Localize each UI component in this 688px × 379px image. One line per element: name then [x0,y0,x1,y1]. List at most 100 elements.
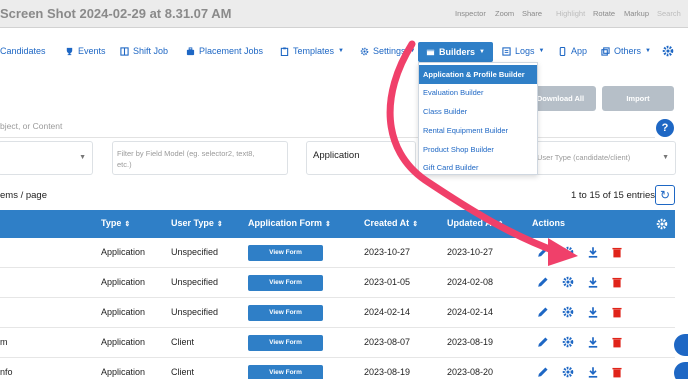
download-icon[interactable] [587,366,599,378]
nav-placement-jobs-label: Placement Jobs [199,46,264,56]
download-icon[interactable] [587,276,599,288]
chevron-down-icon: ▼ [409,48,416,54]
nav-templates-label: Templates [293,46,335,56]
toolbar-share[interactable]: Share [522,9,542,18]
cell-user-type: Unspecified [171,277,219,287]
nav-settings[interactable]: Settings ▼ [360,46,415,56]
download-icon[interactable] [587,246,599,258]
side-widget-button[interactable] [674,362,688,379]
cell-created-at: 2023-08-07 [364,337,411,347]
refresh-button[interactable]: ↻ [655,185,675,205]
gear-icon[interactable] [562,306,574,318]
trash-icon[interactable] [611,366,623,378]
menu-item-application-profile-builder[interactable]: Application & Profile Builder [419,65,537,84]
cell-created-at: 2023-08-19 [364,367,411,377]
field-model-filter[interactable]: Filter by Field Model (eg. selector2, te… [112,141,288,175]
nav-logs[interactable]: Logs ▼ [502,46,544,56]
chevron-down-icon: ▼ [338,48,344,54]
header-type[interactable]: Type ⇕ [101,218,130,228]
side-widget-button[interactable] [674,334,688,356]
header-actions: Actions [532,218,566,228]
cell-created-at: 2023-01-05 [364,277,411,287]
clipboard-icon [280,46,289,56]
nav-others-label: Others [614,46,642,56]
view-form-button[interactable]: View Form [248,365,323,379]
nav-builders-label: Builders [439,47,476,57]
toolbar-zoom[interactable]: Zoom [495,9,514,18]
toolbar-search[interactable]: Search [657,9,681,18]
nav-candidates[interactable]: Candidates [0,46,46,56]
trash-icon[interactable] [611,306,623,318]
menu-item-gift-card-builder[interactable]: Gift Card Builder [419,158,537,177]
edit-icon[interactable] [537,276,549,288]
table-settings-gear-icon[interactable] [656,218,668,230]
view-form-button[interactable]: View Form [248,335,323,351]
menu-item-rental-equipment-builder[interactable]: Rental Equipment Builder [419,121,537,140]
toolbar-inspector[interactable]: Inspector [455,9,486,18]
sort-icon: ⇕ [124,221,131,228]
cell-type: Application [101,277,146,287]
view-form-button[interactable]: View Form [248,305,323,321]
edit-icon[interactable] [537,306,549,318]
logs-icon [502,46,511,56]
help-button[interactable]: ? [656,119,674,137]
view-form-button[interactable]: View Form [248,275,323,291]
header-application-form[interactable]: Application Form ⇕ [248,218,331,228]
download-icon[interactable] [587,306,599,318]
cell-updated-at: 2024-02-08 [447,277,494,287]
table-row: nfo Application Client View Form 2023-08… [0,358,675,379]
chevron-down-icon: ▼ [479,49,485,55]
nav-builders[interactable]: Builders ▼ [418,42,493,62]
header-updated-at[interactable]: Updated At ⇕ [447,218,504,228]
cell-updated-at: 2023-10-27 [447,247,494,257]
question-icon: ? [661,122,669,134]
trash-icon[interactable] [611,336,623,348]
gear-icon[interactable] [562,276,574,288]
nav-gear-button[interactable] [662,45,674,57]
user-type-filter[interactable]: User Type (candidate/client) ▼ [534,141,676,175]
nav-others[interactable]: Others ▼ [601,46,651,56]
main-navbar: Candidates Events Shift Job Placement Jo… [0,38,688,70]
trophy-icon [66,47,73,55]
menu-item-class-builder[interactable]: Class Builder [419,102,537,121]
nav-app-label: App [571,46,588,56]
nav-settings-label: Settings [373,46,406,56]
download-icon[interactable] [587,336,599,348]
search-input[interactable]: bject, or Content [0,114,655,138]
edit-icon[interactable] [537,366,549,378]
view-form-button[interactable]: View Form [248,245,323,261]
edit-icon[interactable] [537,246,549,258]
edit-icon[interactable] [537,336,549,348]
cell-updated-at: 2023-08-19 [447,337,494,347]
table-row: Application Unspecified View Form 2023-1… [0,238,675,268]
import-button[interactable]: Import [602,86,674,111]
nav-events-label: Events [78,46,106,56]
menu-item-evaluation-builder[interactable]: Evaluation Builder [419,83,537,102]
header-created-at[interactable]: Created At ⇕ [364,218,418,228]
toolbar-rotate[interactable]: Rotate [593,9,615,18]
nav-placement-jobs[interactable]: Placement Jobs [186,46,263,56]
nav-shift-job[interactable]: Shift Job [120,46,168,56]
cell-created-at: 2024-02-14 [364,307,411,317]
menu-item-product-shop-builder[interactable]: Product Shop Builder [419,140,537,159]
nav-shift-job-label: Shift Job [133,46,169,56]
toolbar-highlight[interactable]: Highlight [556,9,585,18]
nav-app[interactable]: App [558,46,587,56]
type-filter[interactable]: Application [306,141,416,175]
cell-type: Application [101,307,146,317]
gear-icon[interactable] [562,246,574,258]
phone-icon [559,46,566,56]
header-user-type[interactable]: User Type ⇕ [171,218,223,228]
filter-select-1[interactable]: ▼ [0,141,93,175]
nav-events[interactable]: Events [65,46,106,56]
sort-icon: ⇕ [216,221,223,228]
gear-icon [662,45,674,57]
gear-icon[interactable] [562,336,574,348]
nav-templates[interactable]: Templates ▼ [280,46,344,56]
gear-icon[interactable] [562,366,574,378]
field-model-placeholder: Filter by Field Model (eg. selector2, te… [117,149,255,169]
trash-icon[interactable] [611,246,623,258]
header-application-form-label: Application Form [248,218,322,228]
trash-icon[interactable] [611,276,623,288]
toolbar-markup[interactable]: Markup [624,9,649,18]
